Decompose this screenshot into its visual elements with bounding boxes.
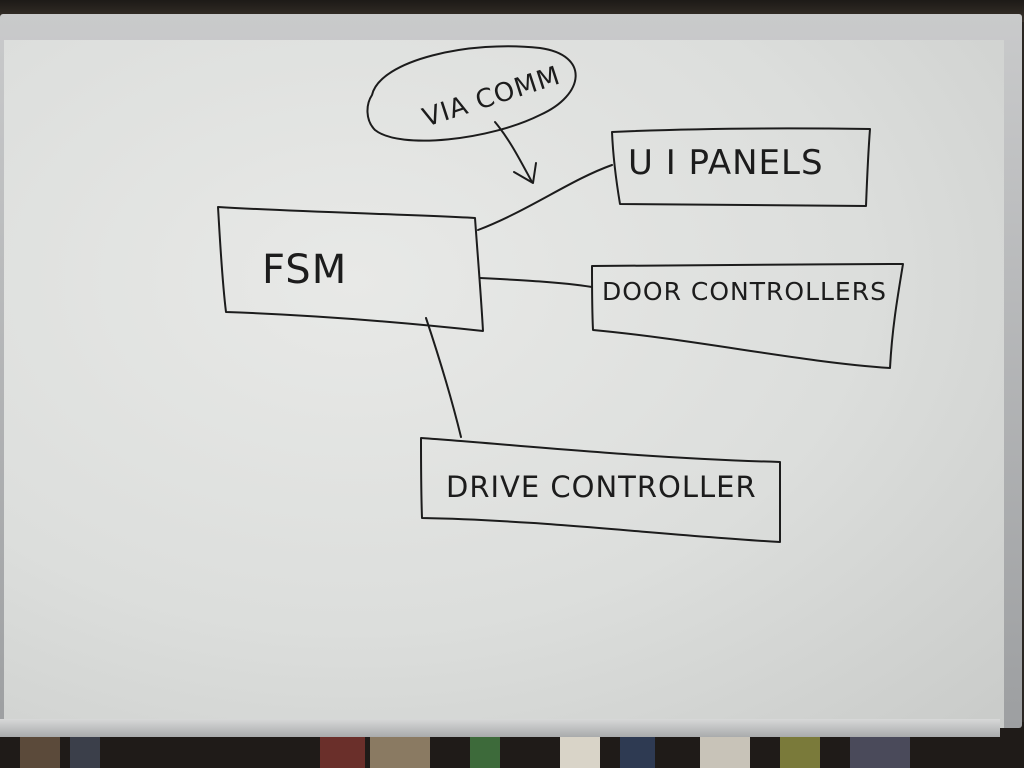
note-arrow xyxy=(494,121,533,183)
drive-controller-label: DRIVE CONTROLLER xyxy=(446,470,757,504)
door-controllers-label: DOOR CONTROLLERS xyxy=(602,277,887,306)
diagram-ink: VIA COMM FSM U I PANELS DOOR CONTROLLERS… xyxy=(217,45,904,543)
whiteboard-photo: VIA COMM FSM U I PANELS DOOR CONTROLLERS… xyxy=(0,0,1024,768)
fsm-box xyxy=(217,206,484,332)
fsm-label: FSM xyxy=(262,247,347,293)
note-arrowhead xyxy=(513,162,537,184)
ui-panels-label: U I PANELS xyxy=(628,143,824,183)
fsm-to-drive-controller-line xyxy=(425,317,462,438)
fsm-to-ui-panels-line xyxy=(477,164,613,231)
fsm-to-door-controllers-line xyxy=(479,277,593,288)
note-label: VIA COMM xyxy=(419,61,564,134)
